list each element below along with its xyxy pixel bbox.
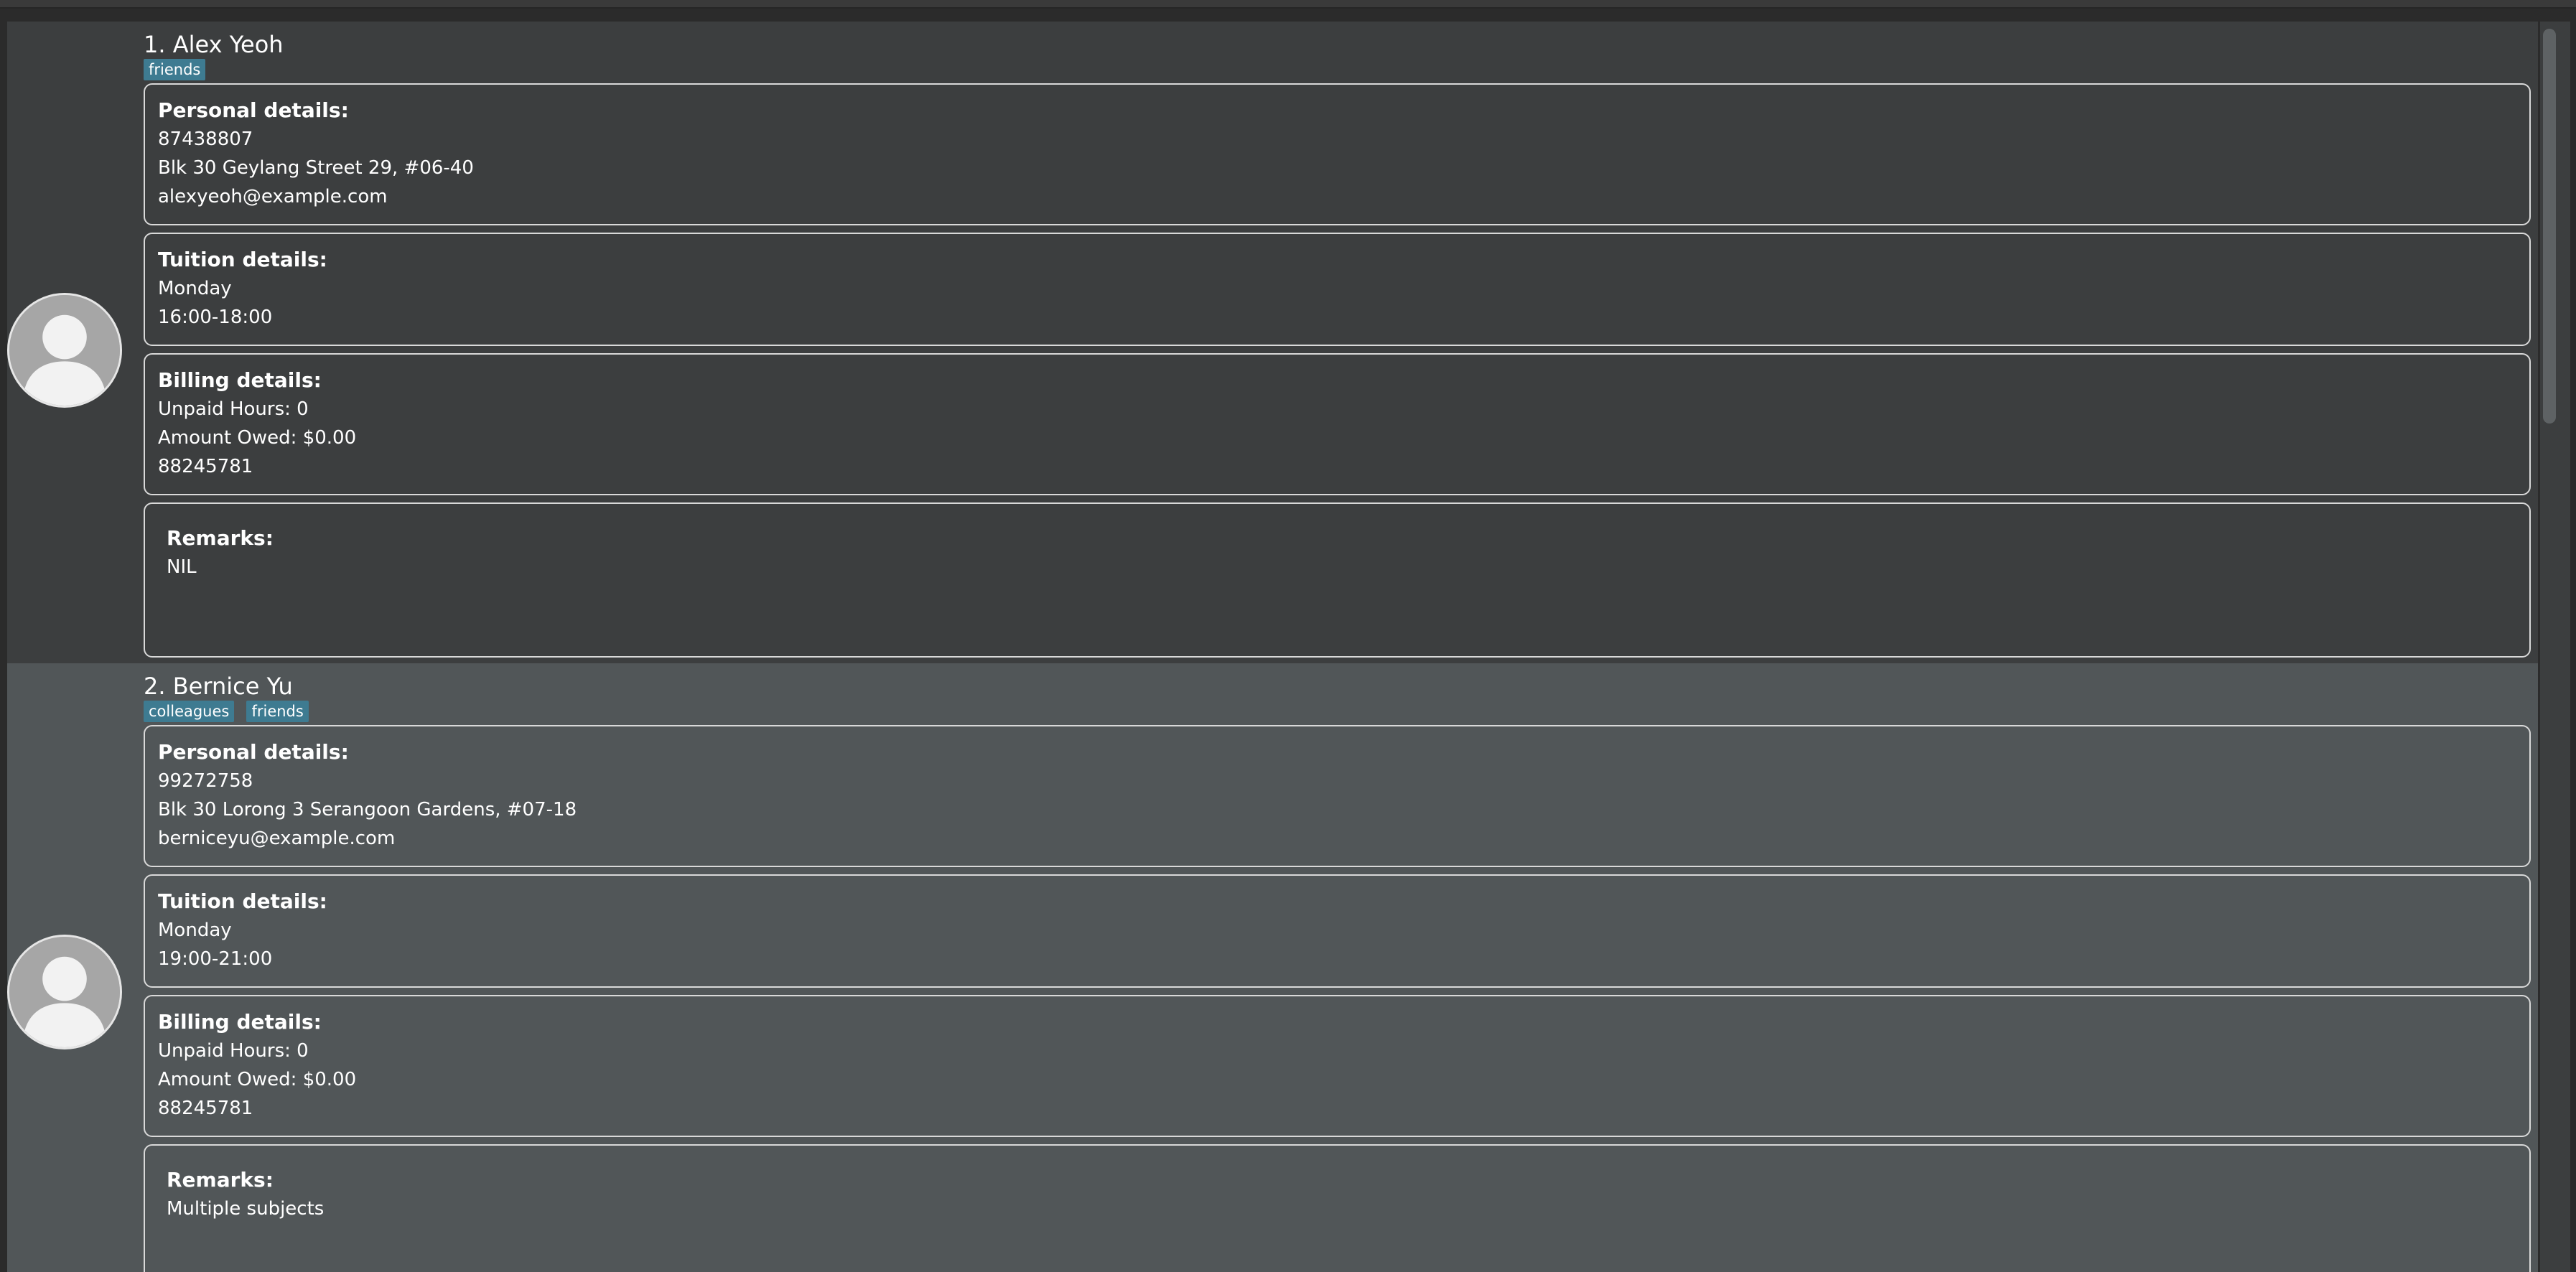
billing-details-box: Billing details: Unpaid Hours: 0 Amount … [144, 995, 2531, 1137]
billing-details-box: Billing details: Unpaid Hours: 0 Amount … [144, 353, 2531, 495]
person-index: 2. [144, 673, 166, 700]
billing-account: 88245781 [158, 456, 253, 477]
remarks-label: Remarks: [167, 1168, 274, 1192]
person-index: 1. [144, 31, 166, 58]
unpaid-hours: Unpaid Hours: 0 [158, 398, 309, 420]
vertical-scrollbar-thumb[interactable] [2543, 29, 2556, 424]
tag-label: friends [246, 701, 309, 722]
tuition-details-box: Tuition details: Monday 19:00-21:00 [144, 874, 2531, 988]
phone-number: 99272758 [158, 770, 253, 792]
person-name: 1. Alex Yeoh [144, 22, 2531, 59]
remarks-text: Multiple subjects [167, 1198, 325, 1220]
tag-list: colleagues friends [144, 701, 2531, 725]
tuition-details-box: Tuition details: Monday 16:00-18:00 [144, 233, 2531, 346]
tuition-day: Monday [158, 278, 232, 299]
tuition-details-label: Tuition details: [158, 889, 327, 913]
person-card-content: 2. Bernice Yu colleagues friends Persona… [144, 663, 2531, 1272]
address: Blk 30 Geylang Street 29, #06-40 [158, 157, 474, 179]
person-card-content: 1. Alex Yeoh friends Personal details: 8… [144, 22, 2531, 665]
avatar-user-icon [7, 935, 122, 1049]
billing-account: 88245781 [158, 1098, 253, 1119]
person-card[interactable]: 1. Alex Yeoh friends Personal details: 8… [7, 22, 2538, 663]
tag-label: colleagues [144, 701, 235, 722]
tag-label: friends [144, 59, 206, 80]
personal-details-label: Personal details: [158, 98, 349, 122]
unpaid-hours: Unpaid Hours: 0 [158, 1040, 309, 1062]
personal-details-label: Personal details: [158, 740, 349, 764]
email: berniceyu@example.com [158, 828, 396, 849]
window-top-bar [0, 0, 2576, 9]
remarks-box: Remarks: NIL [144, 502, 2531, 658]
amount-owed: Amount Owed: $0.00 [158, 1069, 357, 1090]
billing-details-label: Billing details: [158, 1010, 322, 1034]
remarks-text: NIL [167, 556, 197, 578]
tuition-time: 19:00-21:00 [158, 948, 273, 970]
address: Blk 30 Lorong 3 Serangoon Gardens, #07-1… [158, 799, 577, 820]
tuition-time: 16:00-18:00 [158, 307, 273, 328]
avatar-user-icon [7, 293, 122, 408]
tag-list: friends [144, 59, 2531, 83]
person-card-selected[interactable]: 2. Bernice Yu colleagues friends Persona… [7, 663, 2538, 1272]
tuition-day: Monday [158, 920, 232, 941]
email: alexyeoh@example.com [158, 186, 388, 207]
personal-details-box: Personal details: 87438807 Blk 30 Geylan… [144, 83, 2531, 225]
remarks-box: Remarks: Multiple subjects [144, 1144, 2531, 1272]
person-name-text: Alex Yeoh [172, 31, 284, 58]
person-list[interactable]: 1. Alex Yeoh friends Personal details: 8… [7, 22, 2538, 1272]
phone-number: 87438807 [158, 128, 253, 150]
person-name: 2. Bernice Yu [144, 663, 2531, 701]
person-name-text: Bernice Yu [172, 673, 293, 700]
tuition-details-label: Tuition details: [158, 248, 327, 271]
remarks-label: Remarks: [167, 526, 274, 550]
billing-details-label: Billing details: [158, 368, 322, 392]
personal-details-box: Personal details: 99272758 Blk 30 Lorong… [144, 725, 2531, 867]
amount-owed: Amount Owed: $0.00 [158, 427, 357, 449]
